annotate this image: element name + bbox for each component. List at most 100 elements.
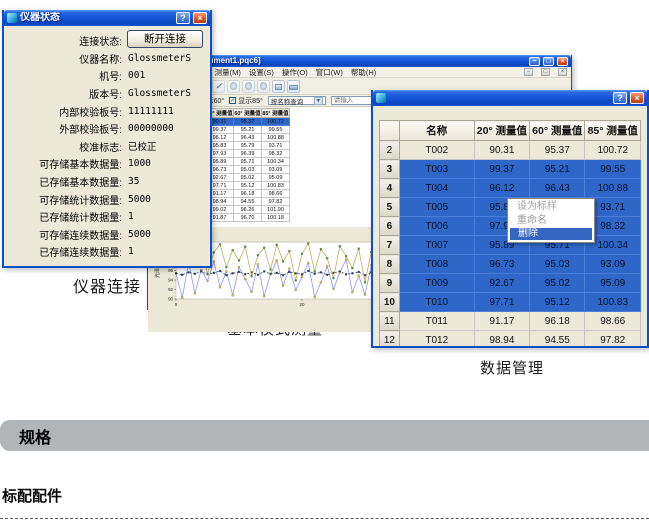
cell-85deg: 100.72 xyxy=(585,141,641,160)
cell-60deg: 95.02 xyxy=(530,274,585,293)
column-header[interactable]: 85° 测量值 xyxy=(585,121,641,141)
row-number: 8 xyxy=(380,255,400,274)
cell-60deg: 95.79 xyxy=(234,142,262,150)
status-field-row: 已存储基本数据量:35 xyxy=(4,173,210,191)
category-select[interactable]: 按名称查询 ▼ xyxy=(268,96,326,105)
table-header-row: 名称20° 测量值60° 测量值85° 测量值 xyxy=(380,121,641,141)
calibrate-icon[interactable] xyxy=(212,80,225,93)
cell-60deg: 94.55 xyxy=(530,331,585,347)
cell-85deg: 95.09 xyxy=(585,274,641,293)
data-window-body: 名称20° 测量值60° 测量值85° 测量值2T00290.3195.3710… xyxy=(373,106,647,346)
cell-name: T010 xyxy=(399,293,474,312)
table-row[interactable]: 10T01097.7195.12100.83 xyxy=(380,293,641,312)
table-row[interactable]: 8T00896.7395.0393.09 xyxy=(380,255,641,274)
status-field-row: 版本号:GlossmeterS xyxy=(4,85,210,103)
field-value: 已校正 xyxy=(128,139,157,153)
row-number: 4 xyxy=(380,179,400,198)
export-icon[interactable] xyxy=(287,80,300,93)
table-row[interactable]: 2T00290.3195.37100.72 xyxy=(380,141,641,160)
caption-data-management: 数据管理 xyxy=(437,357,587,378)
help-button[interactable]: ? xyxy=(613,92,627,104)
cell-85deg: 98.32 xyxy=(262,150,290,158)
measure-icon[interactable] xyxy=(227,80,240,93)
cell-name: T006 xyxy=(399,217,474,236)
continuous-icon[interactable] xyxy=(257,80,270,93)
statistics-icon[interactable] xyxy=(242,80,255,93)
cell-20deg: 97.71 xyxy=(474,293,529,312)
disconnect-button[interactable]: 断开连接 xyxy=(127,30,203,48)
cell-85deg: 100.83 xyxy=(585,293,641,312)
close-button[interactable]: × xyxy=(557,57,568,66)
close-button[interactable]: × xyxy=(630,92,644,104)
cell-60deg: 94.55 xyxy=(234,198,262,206)
table-row[interactable]: 3T00399.3795.2199.55 xyxy=(380,160,641,179)
cell-60deg: 95.12 xyxy=(530,293,585,312)
cell-60deg: 95.71 xyxy=(234,158,262,166)
menu-item[interactable]: 窗口(W) xyxy=(316,67,343,78)
data-titlebar[interactable]: ? × xyxy=(373,90,647,106)
maximize-button[interactable]: □ xyxy=(543,57,554,66)
menu-item[interactable]: 测量(M) xyxy=(215,67,241,78)
status-field-row: 内部校验板号:11111111 xyxy=(4,102,210,120)
cell-60deg: 95.21 xyxy=(234,126,262,134)
table-row[interactable]: 4T00496.1296.43100.88 xyxy=(380,179,641,198)
table-row[interactable]: 12T01298.9494.5597.82 xyxy=(380,331,641,347)
field-label: 可存储连续数据量: xyxy=(4,227,122,242)
column-header[interactable]: 85° 测量值 xyxy=(262,109,290,118)
column-header[interactable]: 名称 xyxy=(399,121,474,141)
row-number: 12 xyxy=(380,331,400,347)
cell-85deg: 93.71 xyxy=(262,142,290,150)
cell-name: T007 xyxy=(399,236,474,255)
status-field-row: 可存储统计数据量:5000 xyxy=(4,190,210,208)
cell-85deg: 99.55 xyxy=(262,126,290,134)
table-row[interactable]: 9T00992.6795.0295.09 xyxy=(380,274,641,293)
cell-20deg: 92.67 xyxy=(474,274,529,293)
cell-85deg: 97.82 xyxy=(262,198,290,206)
context-menu-item[interactable]: 设为标样 xyxy=(509,200,593,214)
cell-20deg: 96.12 xyxy=(474,179,529,198)
svg-text:90: 90 xyxy=(168,297,173,302)
column-header[interactable]: 60° 测量值 xyxy=(530,121,585,141)
chevron-down-icon: ▼ xyxy=(314,97,323,105)
svg-text:92: 92 xyxy=(168,287,173,292)
cell-60deg: 95.21 xyxy=(530,160,585,179)
mdi-restore-button[interactable]: □ xyxy=(541,68,550,76)
row-number: 2 xyxy=(380,141,400,160)
column-header[interactable]: 20° 测量值 xyxy=(474,121,529,141)
field-label: 版本号: xyxy=(4,86,122,101)
filter-checkbox[interactable]: ✓显示85° xyxy=(229,96,263,106)
cell-85deg: 100.88 xyxy=(585,179,641,198)
menu-item[interactable]: 帮助(H) xyxy=(351,67,376,78)
row-number: 9 xyxy=(380,274,400,293)
cell-name: T003 xyxy=(399,160,474,179)
field-label: 已存储统计数据量: xyxy=(4,209,122,224)
cell-85deg: 95.09 xyxy=(262,174,290,182)
cell-60deg: 96.18 xyxy=(234,190,262,198)
mdi-close-button[interactable]: × xyxy=(558,68,567,76)
close-button[interactable]: × xyxy=(193,12,207,24)
print-icon[interactable] xyxy=(272,80,285,93)
menu-item[interactable]: 操作(O) xyxy=(282,67,308,78)
mdi-minimize-button[interactable]: − xyxy=(524,68,533,76)
cell-85deg: 101.90 xyxy=(262,206,290,214)
accessories-heading: 标配配件 xyxy=(2,485,62,506)
field-value: 35 xyxy=(128,176,139,187)
context-menu-item[interactable]: 重命名 xyxy=(509,214,593,228)
table-row[interactable]: 11T01191.1796.1898.66 xyxy=(380,312,641,331)
dialog-titlebar[interactable]: 仪器状态 ? × xyxy=(4,10,210,26)
checkbox-label: 显示85° xyxy=(238,96,263,106)
cell-60deg: 96.18 xyxy=(530,312,585,331)
field-label: 外部校验板号: xyxy=(4,121,122,136)
main-window-title: GQC6 - [document1.pqc6] xyxy=(162,55,526,67)
cell-85deg: 93.09 xyxy=(262,166,290,174)
cell-60deg: 96.43 xyxy=(234,134,262,142)
column-header[interactable]: 60° 测量值 xyxy=(234,109,262,118)
menu-item[interactable]: 设置(S) xyxy=(249,67,274,78)
field-value: 5000 xyxy=(128,229,151,240)
row-number: 3 xyxy=(380,160,400,179)
cell-85deg: 100.34 xyxy=(262,158,290,166)
help-button[interactable]: ? xyxy=(176,12,190,24)
context-menu-item[interactable]: 删除 xyxy=(509,227,593,241)
cell-85deg: 98.66 xyxy=(585,312,641,331)
minimize-button[interactable]: − xyxy=(529,57,540,66)
